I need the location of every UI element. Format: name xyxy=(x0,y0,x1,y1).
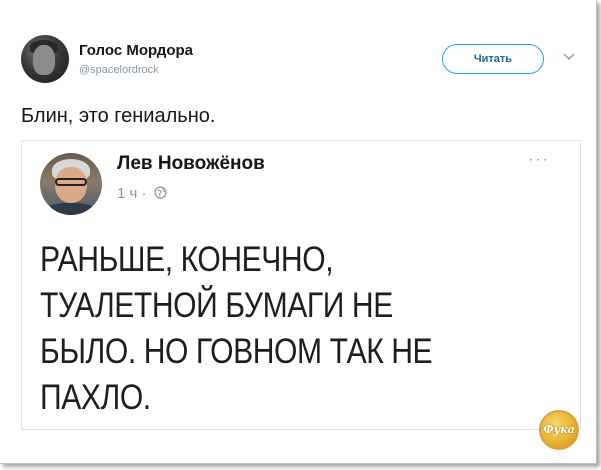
follow-button[interactable]: Читать xyxy=(442,44,544,74)
chevron-down-icon[interactable] xyxy=(562,50,576,64)
author-handle[interactable]: @spacelordrock xyxy=(79,64,159,76)
quoted-text-line: ТУАЛЕТНОЙ БУМАГИ НЕ xyxy=(40,286,393,325)
author-name[interactable]: Голос Мордора xyxy=(79,42,193,59)
quoted-post[interactable]: Лев Новожёнов 1 ч · ··· РАНЬШЕ, КОНЕЧНО,… xyxy=(21,140,581,430)
watermark-logo: Фука xyxy=(539,410,579,450)
tweet-text: Блин, это гениально. xyxy=(21,105,216,127)
quoted-post-time[interactable]: 1 ч xyxy=(117,185,137,202)
quoted-post-text: РАНЬШЕ, КОНЕЧНО, ТУАЛЕТНОЙ БУМАГИ НЕ БЫЛ… xyxy=(40,237,487,421)
quoted-text-line: ПАХЛО. xyxy=(40,378,151,417)
quoted-author-avatar[interactable] xyxy=(40,153,102,215)
author-avatar[interactable] xyxy=(21,35,69,83)
quoted-post-meta: 1 ч · xyxy=(117,185,167,202)
quoted-text-line: БЫЛО. НО ГОВНОМ ТАК НЕ xyxy=(40,332,433,371)
meta-separator: · xyxy=(141,185,147,202)
watermark-text: Фука xyxy=(543,423,575,436)
globe-icon xyxy=(154,186,167,199)
quoted-text-line: РАНЬШЕ, КОНЕЧНО, xyxy=(40,240,334,279)
tweet-card: Голос Мордора @spacelordrock Читать Блин… xyxy=(0,0,597,464)
quoted-author-name[interactable]: Лев Новожёнов xyxy=(117,153,265,175)
post-options-button[interactable]: ··· xyxy=(528,151,550,169)
